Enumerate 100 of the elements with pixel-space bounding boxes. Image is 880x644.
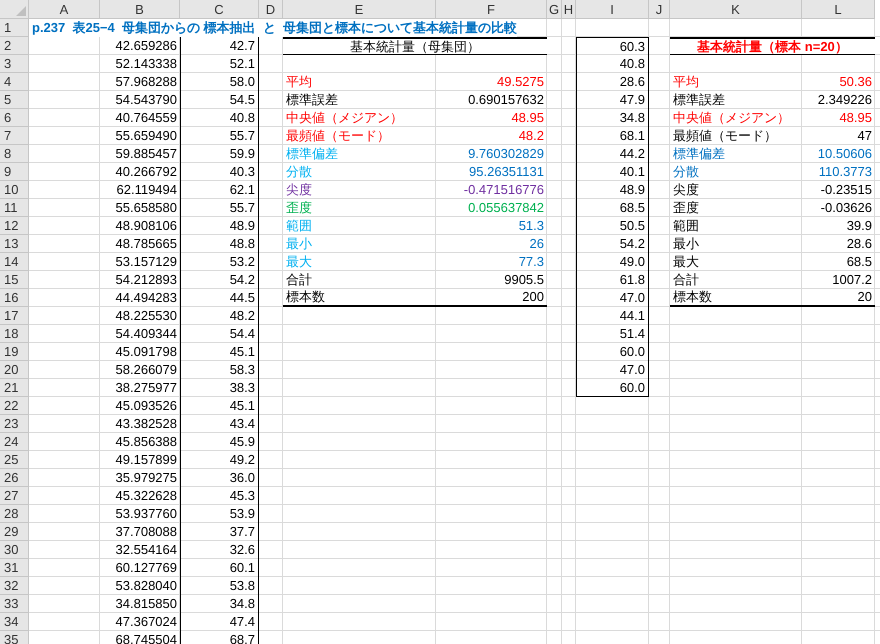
stat-value: 20: [802, 289, 875, 307]
row-number[interactable]: 5: [0, 91, 29, 109]
column-header[interactable]: K: [670, 0, 802, 19]
row-number[interactable]: 33: [0, 595, 29, 613]
data-cell: 54.5: [180, 91, 259, 109]
sample-cell: 60.3: [576, 37, 649, 55]
row-number[interactable]: 35: [0, 631, 29, 644]
column-header[interactable]: B: [100, 0, 180, 19]
row-number[interactable]: 17: [0, 307, 29, 325]
data-cell-text: 42.659286: [114, 37, 178, 55]
row-number[interactable]: 13: [0, 235, 29, 253]
stat-label: 最頻値（モード）: [285, 127, 391, 145]
row-number[interactable]: 24: [0, 433, 29, 451]
row-number[interactable]: 4: [0, 73, 29, 91]
row-number[interactable]: 18: [0, 325, 29, 343]
row-number[interactable]: 16: [0, 289, 29, 307]
stats-heading: 基本統計量（標本 n=20）: [670, 37, 875, 55]
data-cell-text: 55.659490: [114, 127, 178, 145]
row-number[interactable]: 2: [0, 37, 29, 55]
row-number[interactable]: 6: [0, 109, 29, 127]
stat-value: -0.471516776: [462, 181, 545, 199]
row-number[interactable]: 20: [0, 361, 29, 379]
stat-label: 分散: [285, 163, 313, 181]
column-header[interactable]: A: [29, 0, 100, 19]
data-cell: 62.1: [180, 181, 259, 199]
column-header[interactable]: I: [576, 0, 649, 19]
stat-value: 9905.5: [503, 271, 545, 289]
row-number[interactable]: 11: [0, 199, 29, 217]
row-number[interactable]: 8: [0, 145, 29, 163]
sample-cell: 44.2: [576, 145, 649, 163]
column-header[interactable]: D: [259, 0, 283, 19]
row-number[interactable]: 29: [0, 523, 29, 541]
stat-label: 分散: [672, 163, 700, 181]
column-header[interactable]: H: [562, 0, 576, 19]
stat-value: 49.5275: [496, 73, 545, 91]
column-header[interactable]: G: [547, 0, 562, 19]
data-cell-text: 35.979275: [114, 469, 178, 487]
stat-value: -0.23515: [820, 181, 873, 199]
sample-cell: 54.2: [576, 235, 649, 253]
column-header[interactable]: L: [802, 0, 875, 19]
row-number[interactable]: 34: [0, 613, 29, 631]
data-cell-text: 52.143338: [114, 55, 178, 73]
stat-value: 51.3: [518, 217, 545, 235]
column-header[interactable]: F: [436, 0, 547, 19]
row-number[interactable]: 9: [0, 163, 29, 181]
sample-cell: 40.8: [576, 55, 649, 73]
stat-value: 28.6: [846, 235, 873, 253]
stat-label: 標準誤差: [672, 91, 726, 109]
data-cell-text: 45.856388: [114, 433, 178, 451]
stat-label: 標準誤差: [285, 91, 339, 109]
stat-label: 歪度: [672, 199, 700, 217]
column-header[interactable]: C: [180, 0, 259, 19]
row-number[interactable]: 31: [0, 559, 29, 577]
row-number[interactable]: 15: [0, 271, 29, 289]
column-header[interactable]: J: [649, 0, 670, 19]
stat-label: 平均: [285, 73, 313, 91]
sample-cell: 40.1: [576, 163, 649, 181]
stat-label: 尖度: [672, 181, 700, 199]
stat-value: 48.2: [518, 127, 545, 145]
stat-value: 77.3: [518, 253, 545, 271]
sample-cell: 47.0: [576, 289, 649, 307]
row-number[interactable]: 22: [0, 397, 29, 415]
row-number[interactable]: 19: [0, 343, 29, 361]
row-number[interactable]: 10: [0, 181, 29, 199]
row-number[interactable]: 21: [0, 379, 29, 397]
sample-cell: 28.6: [576, 73, 649, 91]
row-number[interactable]: 32: [0, 577, 29, 595]
data-cell: 48.9: [180, 217, 259, 235]
column-header[interactable]: E: [283, 0, 436, 19]
row-number[interactable]: 27: [0, 487, 29, 505]
stat-value: 0.055637842: [467, 199, 545, 217]
data-cell: 48.2: [180, 307, 259, 325]
row-number[interactable]: 30: [0, 541, 29, 559]
row-number[interactable]: 14: [0, 253, 29, 271]
data-cell: 40.3: [180, 163, 259, 181]
row-number[interactable]: 3: [0, 55, 29, 73]
data-cell: 58.0: [180, 73, 259, 91]
data-cell-text: 53.828040: [114, 577, 178, 595]
stat-value: 0.690157632: [467, 91, 545, 109]
select-all-button[interactable]: [0, 0, 29, 19]
data-cell: 53.2: [180, 253, 259, 271]
stat-value: 10.50606: [816, 145, 873, 163]
stat-label: 合計: [672, 271, 700, 289]
stat-value: 48.95: [838, 109, 873, 127]
data-cell: 54.2: [180, 271, 259, 289]
data-cell: 40.8: [180, 109, 259, 127]
row-number[interactable]: 1: [0, 19, 29, 37]
row-number[interactable]: 25: [0, 451, 29, 469]
data-cell: 58.3: [180, 361, 259, 379]
data-cell: 42.7: [180, 37, 259, 55]
row-number[interactable]: 7: [0, 127, 29, 145]
row-number[interactable]: 26: [0, 469, 29, 487]
sheet-title: p.237 表25−4 母集団からの 標本抽出 と 母集団と標本について基本統計量の比較: [29, 19, 518, 37]
sample-cell: 44.1: [576, 307, 649, 325]
row-number[interactable]: 28: [0, 505, 29, 523]
data-cell-text: 45.091798: [114, 343, 178, 361]
row-number[interactable]: 12: [0, 217, 29, 235]
data-cell: 48.8: [180, 235, 259, 253]
data-cell-text: 34.815850: [114, 595, 178, 613]
row-number[interactable]: 23: [0, 415, 29, 433]
